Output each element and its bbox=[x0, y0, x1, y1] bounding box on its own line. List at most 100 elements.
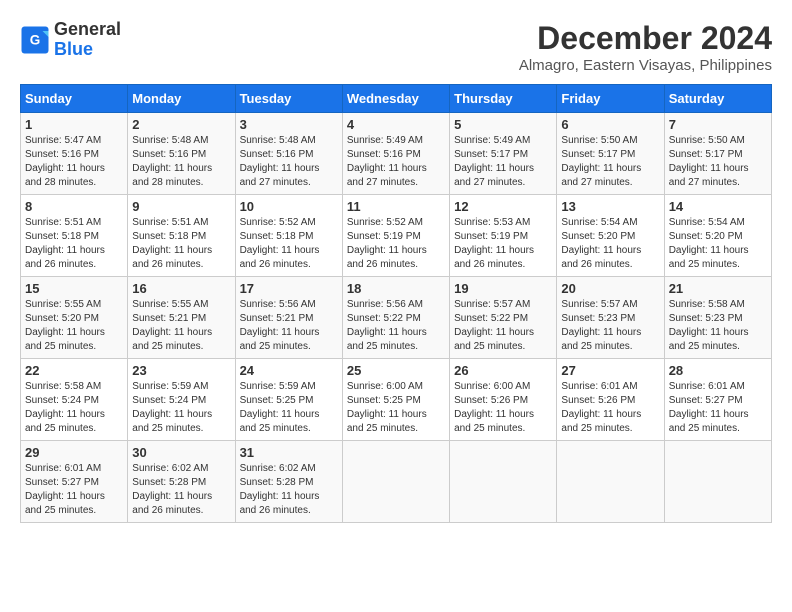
day-number: 2 bbox=[132, 117, 230, 132]
day-number: 9 bbox=[132, 199, 230, 214]
day-cell: 13 Sunrise: 5:54 AMSunset: 5:20 PMDayligh… bbox=[557, 195, 664, 277]
header-row: SundayMondayTuesdayWednesdayThursdayFrid… bbox=[21, 85, 772, 113]
day-number: 1 bbox=[25, 117, 123, 132]
day-number: 18 bbox=[347, 281, 445, 296]
day-number: 20 bbox=[561, 281, 659, 296]
logo-line2: Blue bbox=[54, 40, 121, 60]
day-cell: 11 Sunrise: 5:52 AMSunset: 5:19 PMDayligh… bbox=[342, 195, 449, 277]
day-number: 21 bbox=[669, 281, 767, 296]
day-number: 11 bbox=[347, 199, 445, 214]
day-info: Sunrise: 5:56 AMSunset: 5:22 PMDaylight:… bbox=[347, 298, 445, 354]
day-cell: 12 Sunrise: 5:53 AMSunset: 5:19 PMDayligh… bbox=[450, 195, 557, 277]
day-cell: 5 Sunrise: 5:49 AMSunset: 5:17 PMDaylight… bbox=[450, 113, 557, 195]
day-number: 7 bbox=[669, 117, 767, 132]
day-number: 15 bbox=[25, 281, 123, 296]
day-number: 17 bbox=[240, 281, 338, 296]
day-number: 16 bbox=[132, 281, 230, 296]
day-info: Sunrise: 5:54 AMSunset: 5:20 PMDaylight:… bbox=[669, 216, 767, 272]
day-info: Sunrise: 5:47 AMSunset: 5:16 PMDaylight:… bbox=[25, 134, 123, 190]
day-cell bbox=[342, 441, 449, 523]
day-cell bbox=[664, 441, 771, 523]
day-cell: 31Sunrise: 6:02 AMSunset: 5:28 PMDayligh… bbox=[235, 441, 342, 523]
day-number: 4 bbox=[347, 117, 445, 132]
day-info: Sunrise: 5:51 AMSunset: 5:18 PMDaylight:… bbox=[132, 216, 230, 272]
day-info: Sunrise: 5:55 AMSunset: 5:21 PMDaylight:… bbox=[132, 298, 230, 354]
day-info: Sunrise: 5:51 AMSunset: 5:18 PMDaylight:… bbox=[25, 216, 123, 272]
day-cell: 19Sunrise: 5:57 AMSunset: 5:22 PMDayligh… bbox=[450, 277, 557, 359]
day-number: 5 bbox=[454, 117, 552, 132]
day-number: 22 bbox=[25, 363, 123, 378]
day-cell: 6 Sunrise: 5:50 AMSunset: 5:17 PMDaylight… bbox=[557, 113, 664, 195]
day-info: Sunrise: 5:55 AMSunset: 5:20 PMDaylight:… bbox=[25, 298, 123, 354]
day-cell: 17 Sunrise: 5:56 AMSunset: 5:21 PMDayligh… bbox=[235, 277, 342, 359]
day-info: Sunrise: 5:54 AMSunset: 5:20 PMDaylight:… bbox=[561, 216, 659, 272]
day-info: Sunrise: 5:59 AMSunset: 5:24 PMDaylight:… bbox=[132, 380, 230, 436]
day-info: Sunrise: 5:57 AMSunset: 5:23 PMDaylight:… bbox=[561, 298, 659, 354]
day-cell: 2 Sunrise: 5:48 AMSunset: 5:16 PMDaylight… bbox=[128, 113, 235, 195]
col-header-saturday: Saturday bbox=[664, 85, 771, 113]
col-header-sunday: Sunday bbox=[21, 85, 128, 113]
day-number: 12 bbox=[454, 199, 552, 214]
calendar-table: SundayMondayTuesdayWednesdayThursdayFrid… bbox=[20, 84, 772, 523]
logo-line1: General bbox=[54, 20, 121, 40]
day-cell: 9 Sunrise: 5:51 AMSunset: 5:18 PMDaylight… bbox=[128, 195, 235, 277]
day-info: Sunrise: 5:59 AMSunset: 5:25 PMDaylight:… bbox=[240, 380, 338, 436]
week-row-1: 1 Sunrise: 5:47 AMSunset: 5:16 PMDaylight… bbox=[21, 113, 772, 195]
logo-icon: G bbox=[20, 25, 50, 55]
location-title: Almagro, Eastern Visayas, Philippines bbox=[519, 57, 772, 74]
col-header-tuesday: Tuesday bbox=[235, 85, 342, 113]
day-number: 19 bbox=[454, 281, 552, 296]
day-info: Sunrise: 6:00 AMSunset: 5:26 PMDaylight:… bbox=[454, 380, 552, 436]
day-info: Sunrise: 5:53 AMSunset: 5:19 PMDaylight:… bbox=[454, 216, 552, 272]
day-cell bbox=[450, 441, 557, 523]
day-info: Sunrise: 6:00 AMSunset: 5:25 PMDaylight:… bbox=[347, 380, 445, 436]
day-cell: 24 Sunrise: 5:59 AMSunset: 5:25 PMDayligh… bbox=[235, 359, 342, 441]
day-cell: 22 Sunrise: 5:58 AMSunset: 5:24 PMDayligh… bbox=[21, 359, 128, 441]
day-info: Sunrise: 5:58 AMSunset: 5:24 PMDaylight:… bbox=[25, 380, 123, 436]
day-info: Sunrise: 6:01 AMSunset: 5:26 PMDaylight:… bbox=[561, 380, 659, 436]
day-cell bbox=[557, 441, 664, 523]
col-header-wednesday: Wednesday bbox=[342, 85, 449, 113]
day-cell: 7Sunrise: 5:50 AMSunset: 5:17 PMDaylight… bbox=[664, 113, 771, 195]
day-cell: 8 Sunrise: 5:51 AMSunset: 5:18 PMDaylight… bbox=[21, 195, 128, 277]
day-info: Sunrise: 5:49 AMSunset: 5:16 PMDaylight:… bbox=[347, 134, 445, 190]
day-number: 13 bbox=[561, 199, 659, 214]
day-number: 8 bbox=[25, 199, 123, 214]
day-number: 24 bbox=[240, 363, 338, 378]
col-header-monday: Monday bbox=[128, 85, 235, 113]
day-info: Sunrise: 6:01 AMSunset: 5:27 PMDaylight:… bbox=[669, 380, 767, 436]
week-row-4: 22 Sunrise: 5:58 AMSunset: 5:24 PMDayligh… bbox=[21, 359, 772, 441]
day-cell: 20 Sunrise: 5:57 AMSunset: 5:23 PMDayligh… bbox=[557, 277, 664, 359]
day-number: 29 bbox=[25, 445, 123, 460]
day-cell: 28 Sunrise: 6:01 AMSunset: 5:27 PMDayligh… bbox=[664, 359, 771, 441]
title-area: December 2024 Almagro, Eastern Visayas, … bbox=[519, 20, 772, 74]
day-info: Sunrise: 5:56 AMSunset: 5:21 PMDaylight:… bbox=[240, 298, 338, 354]
week-row-3: 15 Sunrise: 5:55 AMSunset: 5:20 PMDayligh… bbox=[21, 277, 772, 359]
day-info: Sunrise: 5:52 AMSunset: 5:19 PMDaylight:… bbox=[347, 216, 445, 272]
day-info: Sunrise: 5:58 AMSunset: 5:23 PMDaylight:… bbox=[669, 298, 767, 354]
day-info: Sunrise: 5:48 AMSunset: 5:16 PMDaylight:… bbox=[132, 134, 230, 190]
day-number: 10 bbox=[240, 199, 338, 214]
day-number: 26 bbox=[454, 363, 552, 378]
day-cell: 1 Sunrise: 5:47 AMSunset: 5:16 PMDaylight… bbox=[21, 113, 128, 195]
day-info: Sunrise: 5:50 AMSunset: 5:17 PMDaylight:… bbox=[561, 134, 659, 190]
day-info: Sunrise: 5:49 AMSunset: 5:17 PMDaylight:… bbox=[454, 134, 552, 190]
day-number: 30 bbox=[132, 445, 230, 460]
day-cell: 23Sunrise: 5:59 AMSunset: 5:24 PMDayligh… bbox=[128, 359, 235, 441]
day-cell: 27Sunrise: 6:01 AMSunset: 5:26 PMDayligh… bbox=[557, 359, 664, 441]
day-info: Sunrise: 6:01 AMSunset: 5:27 PMDaylight:… bbox=[25, 462, 123, 518]
day-number: 6 bbox=[561, 117, 659, 132]
day-info: Sunrise: 6:02 AMSunset: 5:28 PMDaylight:… bbox=[132, 462, 230, 518]
day-cell: 4 Sunrise: 5:49 AMSunset: 5:16 PMDaylight… bbox=[342, 113, 449, 195]
day-number: 25 bbox=[347, 363, 445, 378]
day-cell: 21 Sunrise: 5:58 AMSunset: 5:23 PMDayligh… bbox=[664, 277, 771, 359]
col-header-friday: Friday bbox=[557, 85, 664, 113]
day-info: Sunrise: 5:48 AMSunset: 5:16 PMDaylight:… bbox=[240, 134, 338, 190]
month-title: December 2024 bbox=[519, 20, 772, 57]
day-number: 31 bbox=[240, 445, 338, 460]
day-cell: 14Sunrise: 5:54 AMSunset: 5:20 PMDayligh… bbox=[664, 195, 771, 277]
day-cell: 26 Sunrise: 6:00 AMSunset: 5:26 PMDayligh… bbox=[450, 359, 557, 441]
day-number: 3 bbox=[240, 117, 338, 132]
day-number: 28 bbox=[669, 363, 767, 378]
day-cell: 18 Sunrise: 5:56 AMSunset: 5:22 PMDayligh… bbox=[342, 277, 449, 359]
